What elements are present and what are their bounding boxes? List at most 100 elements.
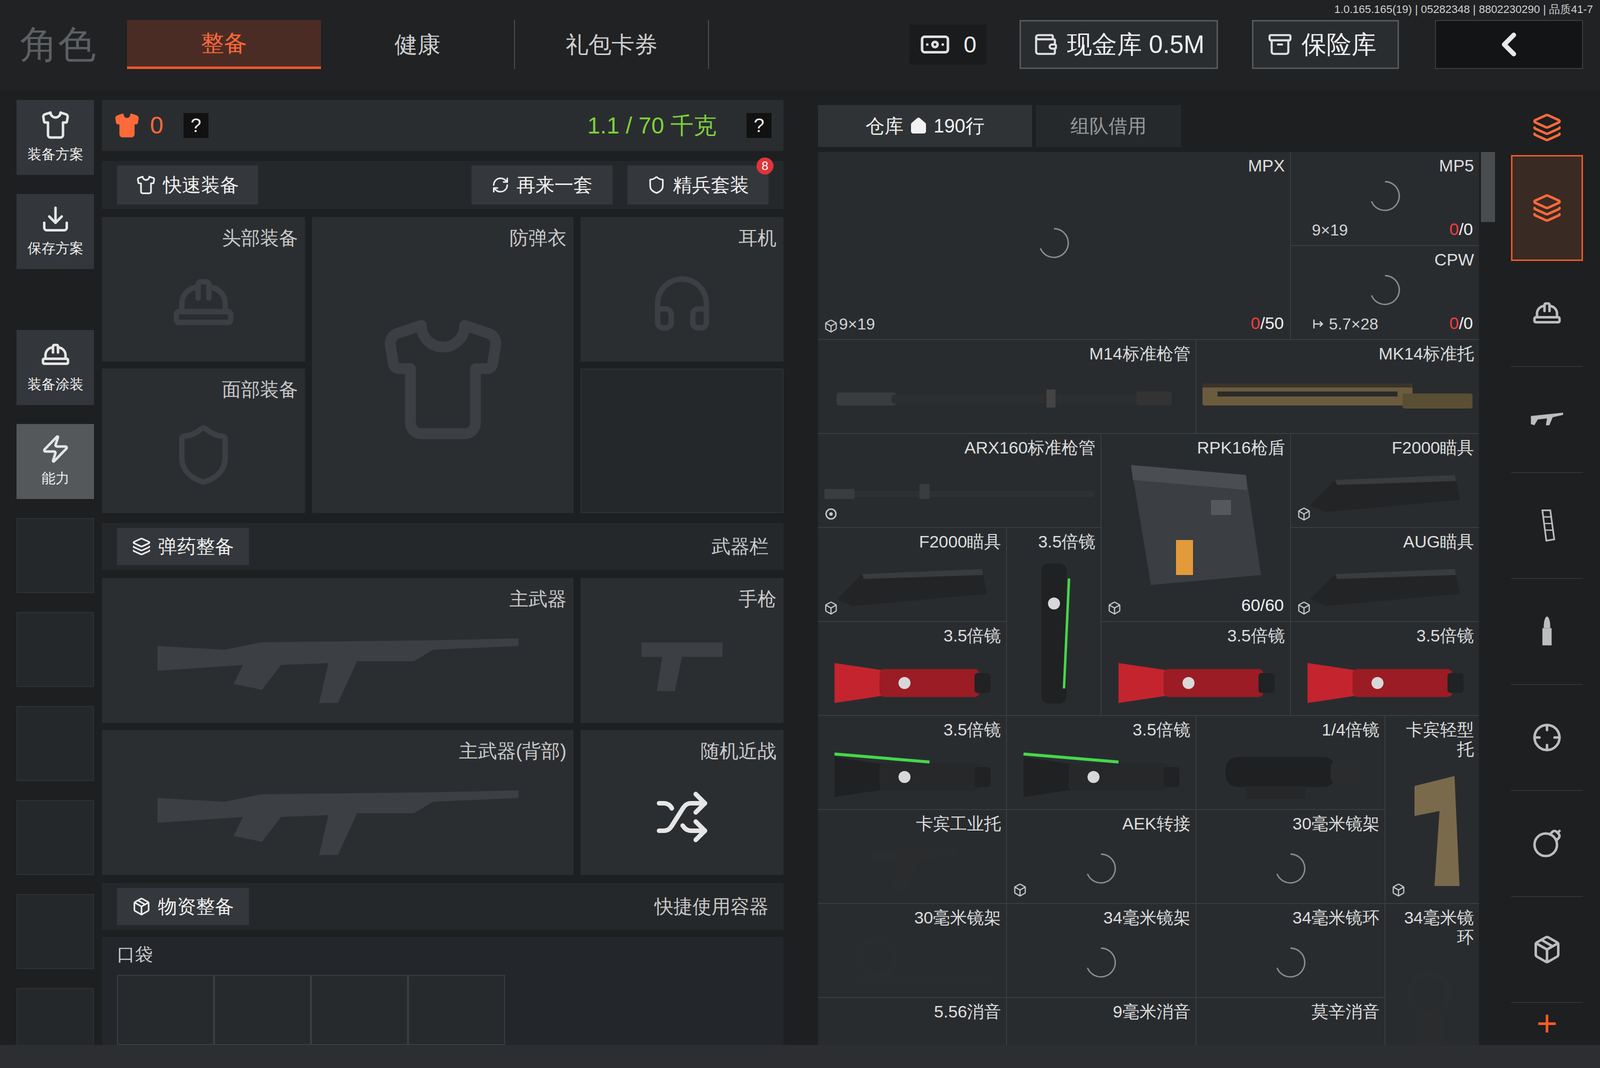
filter-item[interactable] xyxy=(1511,791,1583,897)
sidebar-item[interactable]: 保存方案 xyxy=(16,194,94,269)
supply-header: 物资整备快捷使用容器 xyxy=(102,883,784,930)
stash-item[interactable]: 3.5倍镜 xyxy=(1007,528,1101,715)
stash-item[interactable]: AUG瞄具 xyxy=(1291,528,1479,621)
stash-item[interactable]: CPW5.7×280/0 xyxy=(1291,246,1479,339)
gear-slot[interactable]: 面部装备 xyxy=(102,368,305,513)
stash-item[interactable]: 30毫米镜架 xyxy=(818,904,1006,997)
stash-item[interactable]: 卡宾工业托 xyxy=(818,810,1006,903)
sidebar-item[interactable]: 能力 xyxy=(16,424,94,499)
stash-item[interactable]: 34毫米镜环 xyxy=(1196,904,1385,997)
pocket-slot[interactable] xyxy=(408,975,505,1045)
ring-icon xyxy=(824,507,838,521)
item-art xyxy=(1196,1021,1385,1045)
item-tag xyxy=(823,318,839,334)
gear-silhouette-icon xyxy=(171,271,236,336)
pocket-slot[interactable] xyxy=(214,975,311,1045)
cash-vault-button[interactable]: 现金库 0.5M xyxy=(1019,20,1218,69)
filter-item[interactable] xyxy=(1511,261,1583,367)
stash-item[interactable]: MPX9×190/50 xyxy=(818,152,1290,339)
stash-item[interactable]: 3.5倍镜 xyxy=(818,716,1006,809)
item-art xyxy=(1007,739,1195,809)
scope-icon xyxy=(829,747,995,802)
item-tag xyxy=(1012,882,1028,898)
loadout-panel: 0?1.1 / 70 千克?快速装备再来一套精兵套装8头部装备防弹衣耳机面部装备… xyxy=(102,100,784,1045)
action-button[interactable]: 精兵套装8 xyxy=(627,165,769,205)
stash-item[interactable]: F2000瞄具 xyxy=(1291,434,1479,527)
box-icon xyxy=(1013,883,1027,897)
stash-item[interactable]: 3.5倍镜 xyxy=(818,622,1006,715)
stash-item[interactable]: 莫辛消音 xyxy=(1196,998,1385,1045)
helmet-icon xyxy=(1532,298,1562,329)
gear-slot[interactable]: 头部装备 xyxy=(102,217,305,362)
gear-slot[interactable]: 耳机 xyxy=(580,217,784,362)
filter-item[interactable] xyxy=(1511,685,1583,791)
stash-item[interactable]: MP59×190/0 xyxy=(1291,152,1479,245)
back-button[interactable] xyxy=(1435,20,1583,69)
item-tag xyxy=(1390,882,1407,898)
gear-slot[interactable]: 防弹衣 xyxy=(312,217,574,513)
weapon-slot[interactable]: 随机近战 xyxy=(580,730,784,875)
cash-icon xyxy=(919,29,951,60)
filter-item[interactable] xyxy=(1511,155,1583,261)
action-button[interactable]: 再来一套 xyxy=(471,165,613,205)
help-button[interactable]: ? xyxy=(183,113,209,138)
sort-button[interactable] xyxy=(1511,100,1583,155)
item-art xyxy=(1385,759,1479,903)
pocket-slot[interactable] xyxy=(117,975,214,1045)
stash-item[interactable]: 5.56消音 xyxy=(818,998,1006,1045)
weapon-slot[interactable]: 主武器(背部) xyxy=(102,730,574,875)
stash-tab[interactable]: 仓库190行 xyxy=(818,105,1032,147)
stash-item[interactable]: MK14标准托 xyxy=(1196,340,1479,433)
top-tab[interactable]: 整备 xyxy=(127,20,321,69)
scope-icon xyxy=(1029,558,1079,709)
scrollbar-thumb[interactable] xyxy=(1481,152,1495,222)
stash-item[interactable]: 9毫米消音 xyxy=(1007,998,1195,1045)
sidebar-item[interactable]: 装备涂装 xyxy=(16,330,94,405)
filter-item[interactable] xyxy=(1511,579,1583,685)
stash-tab[interactable]: 组队借用 xyxy=(1036,105,1181,147)
pocket-label: 口袋 xyxy=(117,941,769,968)
filter-item[interactable] xyxy=(1511,367,1583,473)
container-icon xyxy=(1532,934,1562,965)
safe-vault-button[interactable]: 保险库 xyxy=(1252,20,1399,69)
weapon-slot[interactable]: 主武器 xyxy=(102,578,574,723)
barrel-icon xyxy=(824,480,1095,505)
stash-item[interactable]: 1/4倍镜 xyxy=(1196,716,1385,809)
item-label: MPX xyxy=(818,152,1290,176)
stash-item[interactable]: RPK16枪盾60/60 xyxy=(1101,434,1290,621)
stash-item[interactable]: 3.5倍镜 xyxy=(1291,622,1479,715)
ammo-button[interactable]: 弹药整备 xyxy=(117,528,249,565)
help-button[interactable]: ? xyxy=(746,113,772,138)
stash-item[interactable]: 30毫米镜架 xyxy=(1196,810,1385,903)
pocket-section: 口袋 xyxy=(102,937,784,1045)
rifle-icon xyxy=(148,769,528,865)
filter-item[interactable] xyxy=(1511,473,1583,579)
filter-item[interactable] xyxy=(1511,897,1583,1003)
stash-item[interactable]: ARX160标准枪管 xyxy=(818,434,1101,527)
supply-button[interactable]: 物资整备 xyxy=(117,888,249,925)
top-bar: 1.0.165.165(19) | 05282348 | 8802230290 … xyxy=(0,0,1600,90)
item-art xyxy=(818,457,1101,527)
scope-icon xyxy=(1018,747,1184,802)
stash-item[interactable]: AEK转接 xyxy=(1007,810,1195,903)
stash-item[interactable]: 3.5倍镜 xyxy=(1007,716,1195,809)
top-tab[interactable]: 礼包卡券 xyxy=(515,20,709,69)
action-button[interactable]: 快速装备 xyxy=(117,165,258,205)
item-art xyxy=(1196,927,1385,997)
weapon-slot[interactable]: 手枪 xyxy=(580,578,784,723)
item-count: 0/50 xyxy=(1251,310,1284,336)
stash-item[interactable]: M14标准枪管 xyxy=(818,340,1196,433)
pocket-slot[interactable] xyxy=(311,975,408,1045)
stash-item[interactable]: 卡宾轻型托 xyxy=(1385,716,1479,903)
item-label: 3.5倍镜 xyxy=(1007,716,1195,740)
scrollbar[interactable] xyxy=(1481,152,1495,1045)
stash-item[interactable]: 34毫米镜环 xyxy=(1385,904,1479,1045)
stash-item[interactable]: F2000瞄具 xyxy=(818,528,1006,621)
stash-item[interactable]: 3.5倍镜 xyxy=(1101,622,1290,715)
item-label: 30毫米镜架 xyxy=(818,904,1006,928)
ammo-list-icon xyxy=(132,537,151,556)
top-tab[interactable]: 健康 xyxy=(321,20,515,69)
add-button[interactable]: + xyxy=(1511,1003,1583,1043)
stash-item[interactable]: 34毫米镜架 xyxy=(1007,904,1195,997)
sidebar-item[interactable]: 装备方案 xyxy=(16,100,94,175)
